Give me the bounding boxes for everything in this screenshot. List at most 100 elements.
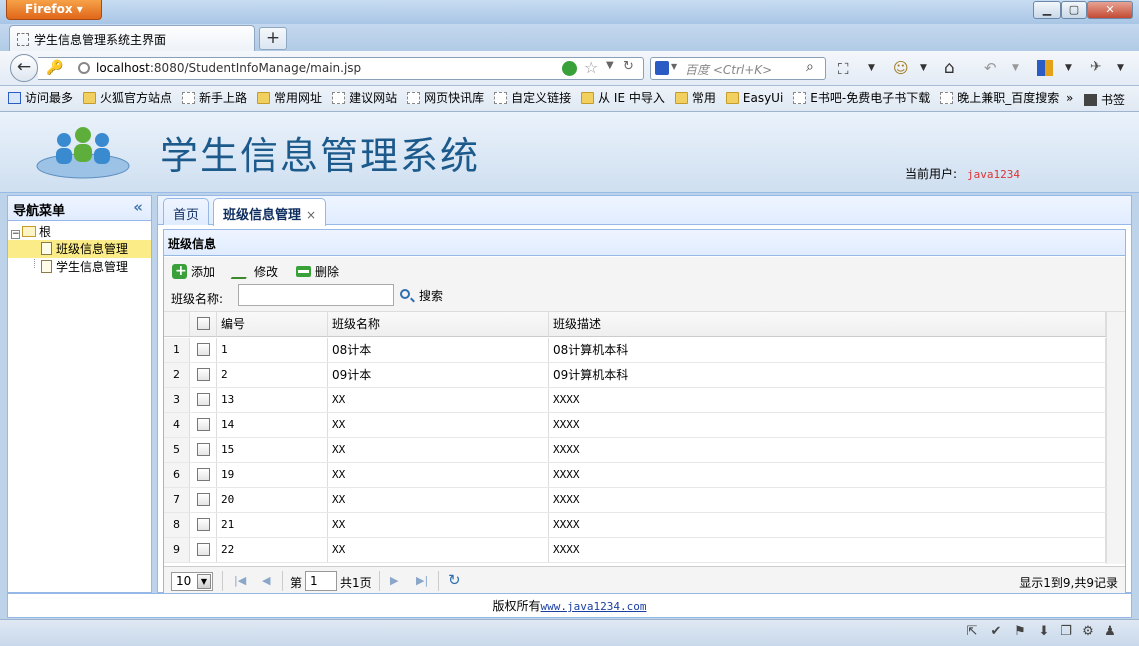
bookmark-folder[interactable]: EasyUi [722,86,783,111]
row-checkbox[interactable] [197,368,210,381]
tree-root[interactable]: − 根 [11,223,51,241]
table-row[interactable]: 1 1 08计本 08计算机本科 [164,338,1125,363]
bookmark-item[interactable]: 建议网站 [328,86,397,111]
identity-key-icon[interactable]: 🔑 [46,60,63,76]
bookmark-folder[interactable]: 常用网址 [253,86,322,111]
table-row[interactable]: 2 2 09计本 09计算机本科 [164,363,1125,388]
history-dropdown-icon[interactable]: ▼ [606,60,614,71]
go-icon[interactable] [562,61,577,76]
dropdown-icon-4[interactable]: ▼ [1065,63,1072,73]
engine-dropdown-icon[interactable]: ▼ [671,62,677,71]
dropdown-icon-2[interactable]: ▼ [920,63,927,73]
add-button[interactable]: 添加 [172,262,216,281]
select-all-cell [190,312,217,336]
extension-icon[interactable]: ✈ [1090,59,1102,75]
delete-button[interactable]: 删除 [296,263,339,281]
refresh-icon[interactable]: ↻ [448,571,461,589]
page-size-select[interactable]: 10 ▼ [171,572,213,591]
firefox-menu-button[interactable]: Firefox ▾ [6,0,102,20]
row-checkbox[interactable] [197,493,210,506]
dropdown-arrow-icon[interactable]: ▼ [197,574,211,589]
nav-item-student-info[interactable]: 学生信息管理 [8,258,128,276]
collapse-icon[interactable]: « [133,198,143,216]
browser-tab[interactable]: 学生信息管理系统主界面 [9,25,255,51]
column-header-name[interactable]: 班级名称 [328,312,549,336]
page-number-input[interactable]: 1 [305,571,337,591]
table-row[interactable]: 9 22 XX XXXX [164,538,1125,563]
bookmark-item[interactable]: 网页快讯库 [403,86,484,111]
window-icon[interactable]: ❐ [1058,624,1074,640]
external-link-icon[interactable]: ⇱ [964,624,980,640]
minimize-button[interactable]: ▁ [1033,1,1061,19]
table-row[interactable]: 6 19 XX XXXX [164,463,1125,488]
maximize-button[interactable]: ▢ [1061,1,1087,19]
table-row[interactable]: 4 14 XX XXXX [164,413,1125,438]
add-label: 添加 [191,265,216,279]
prev-page-icon[interactable]: ◀ [262,574,270,587]
back-button[interactable]: ← [10,54,38,82]
row-checkbox[interactable] [197,468,210,481]
addons-icon[interactable] [1037,60,1053,76]
table-row[interactable]: 5 15 XX XXXX [164,438,1125,463]
url-bar[interactable]: 🔑 localhost:8080/StudentInfoManage/main.… [38,57,644,80]
addon-icon[interactable]: ⚙ [1080,624,1096,640]
undo-icon[interactable]: ↶ [984,59,997,77]
bookmark-most-visited[interactable]: 访问最多 [0,86,73,111]
baidu-engine-icon[interactable] [655,61,669,75]
tab-home[interactable]: 首页 [163,198,210,225]
bookmarks-menu-button[interactable]: 书签 [1084,91,1125,108]
copyright-link[interactable]: www.java1234.com [541,600,647,613]
dropdown-icon-3[interactable]: ▼ [1012,63,1019,73]
bookmark-star-icon[interactable]: ☆ [584,58,598,77]
bookmark-item[interactable]: 晚上兼职_百度搜索 [936,86,1059,111]
bookmark-item[interactable]: 自定义链接 [490,86,571,111]
flag-icon[interactable]: ⚑ [1012,624,1028,640]
tab-close-icon[interactable]: × [306,208,316,222]
tab-class-management[interactable]: 班级信息管理 × [213,198,327,226]
bookmark-folder[interactable]: 常用 [671,86,716,111]
column-header-id[interactable]: 编号 [217,312,328,336]
next-page-icon[interactable]: ▶ [390,574,398,587]
bookmark-item[interactable]: 新手上路 [178,86,247,111]
class-name-label: 班级名称: [171,292,224,306]
row-checkbox[interactable] [197,443,210,456]
edit-button[interactable]: 修改 [230,263,278,281]
last-page-icon[interactable]: ▶| [416,574,428,587]
tree-expand-icon[interactable]: − [11,230,20,239]
cell-id: 13 [217,388,328,412]
reload-icon[interactable]: ↻ [623,59,634,74]
column-header-desc[interactable]: 班级描述 [549,312,1106,336]
search-bar[interactable]: ▼ 百度 <Ctrl+K> ⌕ [650,57,826,80]
row-checkbox[interactable] [197,418,210,431]
first-page-icon[interactable]: |◀ [234,574,246,587]
nav-item-class-info[interactable]: 班级信息管理 [8,240,151,258]
smiley-icon[interactable]: ☺ [893,59,909,77]
screenshot-icon[interactable]: ⛶ [838,60,849,78]
close-window-button[interactable]: ✕ [1087,1,1133,19]
select-all-checkbox[interactable] [197,317,210,330]
row-checkbox[interactable] [197,343,210,356]
bookmark-folder[interactable]: 火狐官方站点 [79,86,172,111]
bookmarks-toolbar: 访问最多 火狐官方站点 新手上路 常用网址 建议网站 网页快讯库 自定义链接 从 IE 中导入… [0,86,1139,112]
table-row[interactable]: 3 13 XX XXXX [164,388,1125,413]
row-checkbox[interactable] [197,393,210,406]
bookmark-item[interactable]: E书吧-免费电子书下载 [789,86,930,111]
search-button[interactable]: 搜索 [399,287,443,305]
user-icon[interactable]: ♟ [1102,624,1118,640]
row-checkbox[interactable] [197,518,210,531]
check-icon[interactable]: ✔ [988,624,1004,640]
bookmarks-overflow-button[interactable]: » [1066,91,1073,105]
download-icon[interactable]: ⬇ [1036,624,1052,640]
dropdown-icon-5[interactable]: ▼ [1117,63,1124,73]
table-row[interactable]: 8 21 XX XXXX [164,513,1125,538]
class-name-input[interactable] [238,284,394,306]
row-checkbox[interactable] [197,543,210,556]
tab-home-label: 首页 [173,208,200,223]
home-icon[interactable]: ⌂ [944,58,955,78]
new-tab-button[interactable]: + [259,27,287,50]
search-icon[interactable]: ⌕ [806,59,814,75]
grid-scrollbar[interactable] [1106,312,1125,564]
dropdown-icon[interactable]: ▼ [868,63,875,73]
table-row[interactable]: 7 20 XX XXXX [164,488,1125,513]
bookmark-folder[interactable]: 从 IE 中导入 [577,86,665,111]
